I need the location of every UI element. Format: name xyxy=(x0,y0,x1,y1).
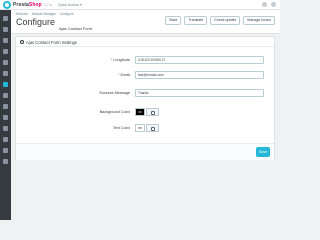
back-button[interactable]: Back xyxy=(165,16,182,25)
brand-prefix: Presta xyxy=(13,1,29,8)
international-icon[interactable] xyxy=(3,126,8,131)
prestashop-logo-icon[interactable] xyxy=(3,1,11,9)
dashboard-icon[interactable] xyxy=(3,16,8,21)
settings-icon[interactable] xyxy=(3,159,8,164)
modules-icon[interactable] xyxy=(3,82,8,87)
version-label: 1.7.x xyxy=(44,2,52,7)
breadcrumb-item[interactable]: Modules xyxy=(16,12,28,16)
email-field[interactable]: test@domain.com xyxy=(135,71,264,79)
panel-heading: Ajax Contact Form Settings xyxy=(16,37,274,47)
header-toolbar: Back Translate Check update Manage hooks xyxy=(165,16,275,25)
top-right-icons xyxy=(262,2,276,7)
shipping-icon[interactable] xyxy=(3,104,8,109)
settings-panel: Ajax Contact Form Settings * Longitude 0… xyxy=(15,36,275,160)
notifications-icon[interactable] xyxy=(262,2,267,7)
messages-icon[interactable] xyxy=(3,60,8,65)
longitude-field[interactable]: 0.00422 000000.27 xyxy=(135,56,264,64)
longitude-label: * Longitude xyxy=(40,58,130,62)
user-avatar-icon[interactable] xyxy=(271,2,276,7)
brand-name[interactable]: PrestaShop xyxy=(13,2,42,8)
email-label-text: Email xyxy=(120,73,131,77)
background-color-label: Background Color xyxy=(99,110,130,114)
page-title: Configure xyxy=(16,17,56,27)
text-color-picker-button[interactable] xyxy=(146,124,159,132)
advanced-icon[interactable] xyxy=(3,148,8,153)
design-icon[interactable] xyxy=(3,93,8,98)
breadcrumb-item[interactable]: Module Manager xyxy=(32,12,56,16)
background-color-input[interactable]: #3 xyxy=(135,108,145,116)
quick-access-menu[interactable]: Quick Access ▾ xyxy=(58,3,82,7)
module-name: Ajax Contact Form xyxy=(59,26,93,31)
page-header: Modules Module Manager Configure Configu… xyxy=(11,10,280,34)
email-label: * Email xyxy=(40,73,130,77)
manage-hooks-button[interactable]: Manage hooks xyxy=(243,16,275,25)
stats-icon[interactable] xyxy=(3,71,8,76)
catalog-icon[interactable] xyxy=(3,38,8,43)
check-update-button[interactable]: Check update xyxy=(210,16,241,25)
orders-icon[interactable] xyxy=(3,27,8,32)
longitude-label-text: Longitude xyxy=(113,58,130,62)
text-color-label: Text Color xyxy=(112,126,130,130)
breadcrumb-item[interactable]: Configure xyxy=(60,12,74,16)
success-message-label: Success Message xyxy=(99,91,130,95)
panel-footer: Save xyxy=(16,143,274,160)
color-picker-icon xyxy=(151,110,155,115)
text-color-input[interactable]: #fff xyxy=(135,124,145,132)
success-message-field[interactable]: Thanks xyxy=(135,89,264,97)
save-button[interactable]: Save xyxy=(256,147,270,157)
sidebar xyxy=(0,10,11,220)
gear-icon xyxy=(20,39,24,44)
color-picker-icon xyxy=(151,126,155,131)
customers-icon[interactable] xyxy=(3,49,8,54)
brand-suffix: Shop xyxy=(28,1,42,8)
payment-icon[interactable] xyxy=(3,115,8,120)
translate-button[interactable]: Translate xyxy=(184,16,208,25)
top-bar: PrestaShop 1.7.x Quick Access ▾ xyxy=(0,0,280,10)
params-icon[interactable] xyxy=(3,137,8,142)
breadcrumb: Modules Module Manager Configure xyxy=(16,12,77,16)
panel-title: Ajax Contact Form Settings xyxy=(26,39,77,45)
background-color-picker-button[interactable] xyxy=(146,108,159,116)
